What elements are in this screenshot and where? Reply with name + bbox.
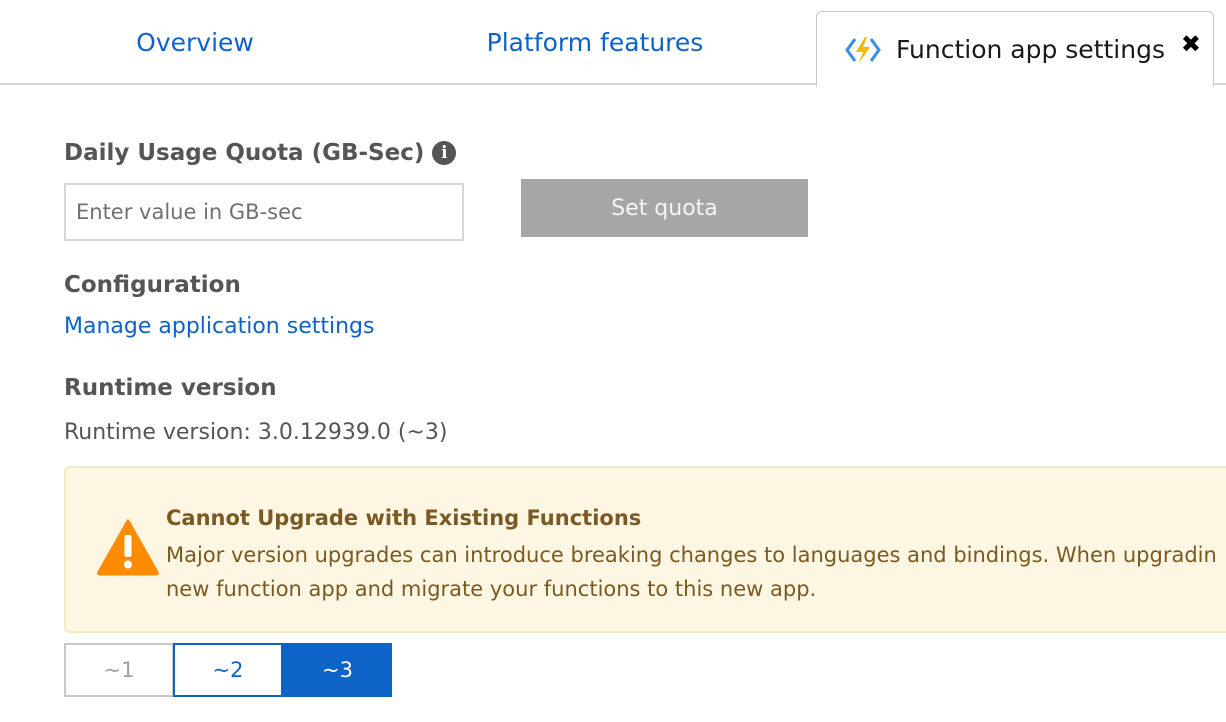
quota-title: Daily Usage Quota (GB-Sec) i xyxy=(64,140,457,166)
function-app-settings-page: Overview Platform features Function app … xyxy=(0,0,1226,722)
configuration-title: Configuration xyxy=(64,272,241,298)
version-option-3-selected[interactable]: ~3 xyxy=(283,643,392,697)
close-icon[interactable]: ✖ xyxy=(1181,32,1201,56)
quota-title-text: Daily Usage Quota (GB-Sec) xyxy=(64,140,425,166)
runtime-version-text: Runtime version: 3.0.12939.0 (~3) xyxy=(64,420,448,445)
tab-overview[interactable]: Overview xyxy=(70,0,320,85)
runtime-version-selector: ~1 ~2 ~3 xyxy=(64,643,392,697)
manage-app-settings-link[interactable]: Manage application settings xyxy=(64,314,374,339)
warning-line-1: Major version upgrades can introduce bre… xyxy=(166,543,1217,567)
tab-label: Function app settings xyxy=(896,35,1165,64)
version-option-2[interactable]: ~2 xyxy=(173,643,283,697)
set-quota-button[interactable]: Set quota xyxy=(521,179,808,237)
warning-body: Major version upgrades can introduce bre… xyxy=(166,538,1226,606)
quota-input[interactable] xyxy=(64,183,464,241)
warning-triangle-icon xyxy=(97,519,159,576)
function-lightning-icon xyxy=(845,36,881,63)
info-icon[interactable]: i xyxy=(432,141,457,165)
tab-platform-features[interactable]: Platform features xyxy=(440,0,750,85)
version-option-1[interactable]: ~1 xyxy=(64,643,174,697)
runtime-version-title: Runtime version xyxy=(64,375,277,401)
warning-title: Cannot Upgrade with Existing Functions xyxy=(166,506,642,530)
warning-line-2: new function app and migrate your functi… xyxy=(166,577,817,601)
tab-bar: Overview Platform features Function app … xyxy=(0,0,1226,87)
upgrade-warning: Cannot Upgrade with Existing Functions M… xyxy=(64,466,1226,633)
tab-function-app-settings[interactable]: Function app settings ✖ xyxy=(816,11,1214,87)
